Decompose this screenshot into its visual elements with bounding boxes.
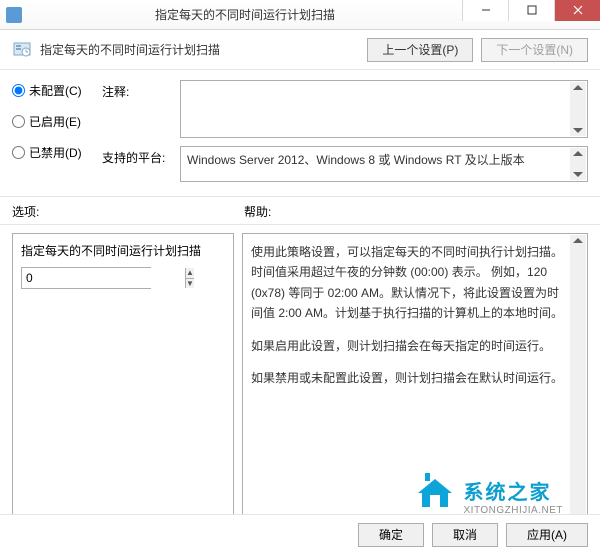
time-spinner[interactable]: ▲ ▼ <box>21 267 151 289</box>
scrollbar-icon[interactable] <box>570 148 586 180</box>
watermark: 系统之家 XITONGZHIJIA.NET <box>414 473 564 518</box>
help-paragraph: 如果禁用或未配置此设置，则计划扫描会在默认时间运行。 <box>251 368 569 388</box>
titlebar: 指定每天的不同时间运行计划扫描 <box>0 0 600 30</box>
window-title: 指定每天的不同时间运行计划扫描 <box>28 6 462 23</box>
policy-title: 指定每天的不同时间运行计划扫描 <box>40 41 359 58</box>
options-panel: 指定每天的不同时间运行计划扫描 ▲ ▼ <box>12 233 234 529</box>
apply-button[interactable]: 应用(A) <box>506 523 588 547</box>
options-title: 指定每天的不同时间运行计划扫描 <box>21 242 225 259</box>
platform-label: 支持的平台: <box>102 146 172 166</box>
radio-not-configured-input[interactable] <box>12 84 25 97</box>
cancel-button[interactable]: 取消 <box>432 523 498 547</box>
minimize-button[interactable] <box>462 0 508 21</box>
radio-disabled[interactable]: 已禁用(D) <box>12 144 102 161</box>
ok-button[interactable]: 确定 <box>358 523 424 547</box>
app-icon <box>6 7 22 23</box>
platform-value: Windows Server 2012、Windows 8 或 Windows … <box>187 153 525 167</box>
radio-enabled[interactable]: 已启用(E) <box>12 113 102 130</box>
spinner-down-icon[interactable]: ▼ <box>186 279 194 289</box>
previous-setting-button[interactable]: 上一个设置(P) <box>367 38 473 62</box>
radio-enabled-input[interactable] <box>12 115 25 128</box>
config-area: 未配置(C) 已启用(E) 已禁用(D) 注释: 支持的平台: Windows … <box>0 70 600 197</box>
scrollbar-icon[interactable] <box>570 82 586 136</box>
help-paragraph: 使用此策略设置，可以指定每天的不同时间执行计划扫描。时间值采用超过午夜的分钟数 … <box>251 242 569 324</box>
next-setting-button[interactable]: 下一个设置(N) <box>481 38 588 62</box>
radio-not-configured-label: 未配置(C) <box>29 82 82 99</box>
subheader: 指定每天的不同时间运行计划扫描 上一个设置(P) 下一个设置(N) <box>0 30 600 70</box>
spinner-up-icon[interactable]: ▲ <box>186 268 194 279</box>
comment-field[interactable] <box>180 80 588 138</box>
platform-field: Windows Server 2012、Windows 8 或 Windows … <box>180 146 588 182</box>
radio-not-configured[interactable]: 未配置(C) <box>12 82 102 99</box>
help-panel: 使用此策略设置，可以指定每天的不同时间执行计划扫描。时间值采用超过午夜的分钟数 … <box>242 233 588 529</box>
maximize-button[interactable] <box>508 0 554 21</box>
watermark-cn: 系统之家 <box>464 476 564 505</box>
radio-disabled-input[interactable] <box>12 146 25 159</box>
house-icon <box>414 473 456 518</box>
footer: 确定 取消 应用(A) <box>0 514 600 554</box>
close-button[interactable] <box>554 0 600 21</box>
comment-label: 注释: <box>102 80 172 100</box>
options-section-label: 选项: <box>12 203 244 220</box>
policy-icon <box>12 40 32 60</box>
radio-disabled-label: 已禁用(D) <box>29 144 82 161</box>
scrollbar-icon[interactable] <box>570 235 586 527</box>
time-spinner-input[interactable] <box>22 268 185 288</box>
help-paragraph: 如果启用此设置，则计划扫描会在每天指定的时间运行。 <box>251 336 569 356</box>
help-section-label: 帮助: <box>244 203 588 220</box>
radio-enabled-label: 已启用(E) <box>29 113 81 130</box>
section-labels: 选项: 帮助: <box>0 197 600 225</box>
